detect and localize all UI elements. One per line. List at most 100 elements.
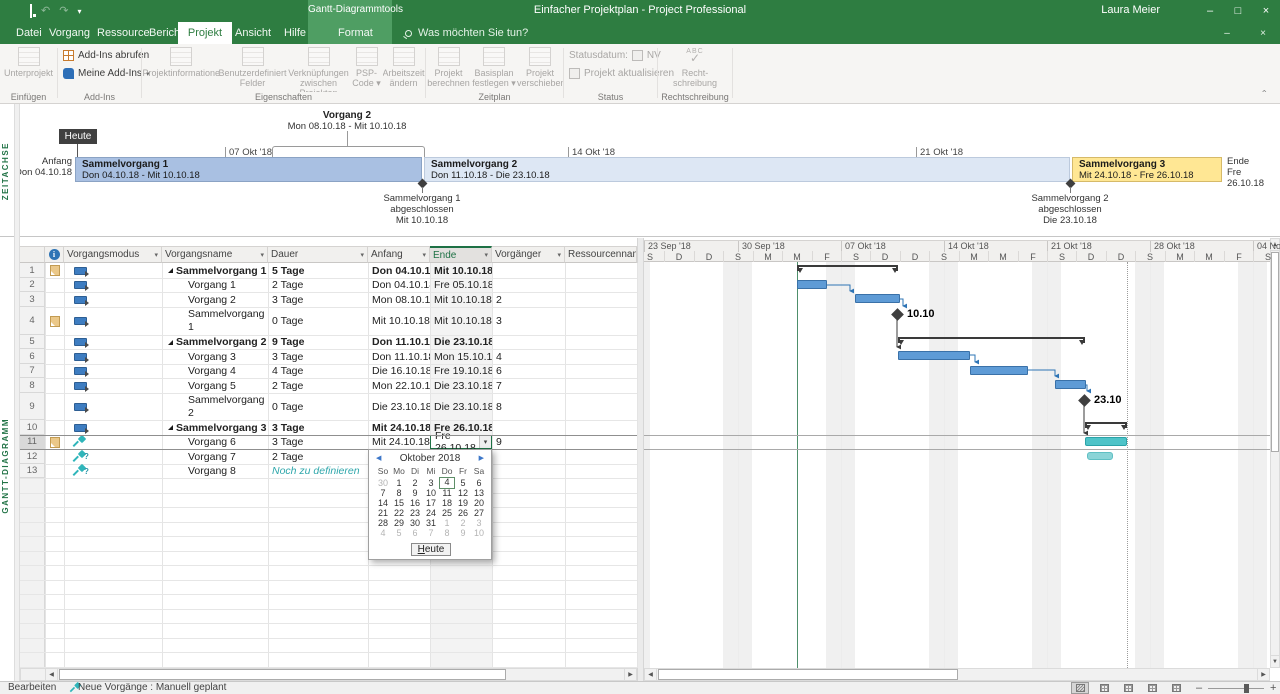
task-name-cell[interactable]: Vorgang 8 <box>162 464 268 478</box>
predecessor-cell[interactable]: 8 <box>492 393 565 420</box>
collapse-triangle-icon[interactable] <box>168 340 173 345</box>
task-name-cell[interactable]: Sammelvorgang 1 <box>162 263 268 278</box>
start-cell[interactable]: Don 11.10.18 <box>368 335 430 349</box>
timeline-bar-sammelvorgang-1[interactable]: Sammelvorgang 1Don 04.10.18 - Mit 10.10.… <box>75 157 422 182</box>
start-cell[interactable]: Mit 24.10.18 <box>368 435 430 449</box>
filter-dropdown-icon[interactable]: ▾ <box>360 251 364 259</box>
predecessor-cell[interactable]: 4 <box>492 349 565 364</box>
end-cell[interactable]: Fre 05.10.18 <box>430 278 492 292</box>
row-number[interactable]: 10 <box>20 420 45 435</box>
end-cell[interactable]: Mit 10.10.18 <box>430 263 492 278</box>
row-number[interactable]: 1 <box>20 263 45 278</box>
calendar-day[interactable]: 22 <box>391 508 407 518</box>
filter-dropdown-icon[interactable]: ▾ <box>154 251 158 259</box>
tab-datei[interactable]: Datei <box>16 22 42 44</box>
calendar-day[interactable]: 21 <box>375 508 391 518</box>
view-report-button[interactable] <box>1167 682 1185 694</box>
row-number[interactable]: 7 <box>20 364 45 378</box>
resource-cell[interactable] <box>565 307 637 335</box>
column-header-info[interactable]: i <box>45 246 64 263</box>
row-number[interactable]: 13 <box>20 464 45 478</box>
collapse-triangle-icon[interactable] <box>168 425 173 430</box>
calendar-day[interactable]: 31 <box>423 518 439 528</box>
column-header-ende[interactable]: Ende▾ <box>430 246 492 263</box>
resource-cell[interactable] <box>565 464 637 478</box>
tab-format[interactable]: Format <box>338 22 373 44</box>
predecessor-cell[interactable]: 7 <box>492 378 565 393</box>
calendar-day[interactable]: 5 <box>391 528 407 538</box>
zoom-slider-track[interactable] <box>1208 688 1264 689</box>
calendar-day[interactable]: 5 <box>455 478 471 488</box>
calendar-day[interactable]: 1 <box>391 478 407 488</box>
account-name[interactable]: Laura Meier <box>1101 4 1160 16</box>
duration-cell[interactable]: 0 Tage <box>268 307 368 335</box>
minimize-button[interactable]: – <box>1196 0 1224 22</box>
row-number[interactable]: 5 <box>20 335 45 349</box>
calendar-day[interactable]: 9 <box>407 488 423 498</box>
resource-cell[interactable] <box>565 335 637 349</box>
summary-bar[interactable] <box>1085 422 1127 428</box>
filter-dropdown-icon[interactable]: ▾ <box>422 251 426 259</box>
predecessor-cell[interactable] <box>492 464 565 478</box>
duration-cell[interactable]: 3 Tage <box>268 420 368 435</box>
calendar-day[interactable]: 1 <box>439 518 455 528</box>
duration-cell[interactable]: 3 Tage <box>268 292 368 307</box>
new-tasks-mode[interactable]: Neue Vorgänge : Manuell geplant <box>78 682 226 694</box>
calendar-day[interactable]: 25 <box>439 508 455 518</box>
predecessor-cell[interactable] <box>492 278 565 292</box>
calendar-day[interactable]: 10 <box>471 528 487 538</box>
predecessor-cell[interactable] <box>492 420 565 435</box>
tell-me-search[interactable]: Was möchten Sie tun? <box>405 22 528 44</box>
chart-hscroll-left-icon[interactable]: ◀ <box>644 668 657 681</box>
task-name-cell[interactable]: Vorgang 7 <box>162 449 268 464</box>
task-mode-cell[interactable] <box>64 435 162 449</box>
calendar-day[interactable]: 20 <box>471 498 487 508</box>
chart-hscroll-right-icon[interactable]: ▶ <box>1257 668 1270 681</box>
column-header-num[interactable] <box>20 246 45 263</box>
task-name-cell[interactable]: Sammelvorgang 2 abgeschlossen <box>162 393 268 420</box>
close-button[interactable]: × <box>1252 0 1280 22</box>
task-mode-cell[interactable] <box>64 393 162 420</box>
calendar-day[interactable]: 29 <box>391 518 407 528</box>
task-mode-cell[interactable] <box>64 349 162 364</box>
calendar-day[interactable]: 15 <box>391 498 407 508</box>
resource-cell[interactable] <box>565 364 637 378</box>
task-mode-cell[interactable] <box>64 307 162 335</box>
summary-bar[interactable] <box>898 337 1085 343</box>
calendar-day[interactable]: 3 <box>423 478 439 488</box>
column-header-vorgangsname[interactable]: Vorgangsname▾ <box>162 246 268 263</box>
tab-ressource[interactable]: Ressource <box>97 22 150 44</box>
resource-cell[interactable] <box>565 420 637 435</box>
resource-cell[interactable] <box>565 378 637 393</box>
chart-hscroll-thumb[interactable] <box>658 669 958 680</box>
start-cell[interactable]: Don 04.10.18 <box>368 263 430 278</box>
task-mode-cell[interactable] <box>64 420 162 435</box>
start-cell[interactable]: Don 11.10.18 <box>368 349 430 364</box>
duration-cell[interactable]: 3 Tage <box>268 435 368 449</box>
view-gantt-button[interactable] <box>1071 682 1089 694</box>
task-mode-cell[interactable] <box>64 278 162 292</box>
task-bar[interactable] <box>970 366 1028 375</box>
task-mode-cell[interactable]: ? <box>64 464 162 478</box>
manual-task-bar[interactable] <box>1087 452 1113 460</box>
zoom-out-button[interactable]: – <box>1196 682 1202 694</box>
row-number[interactable]: 8 <box>20 378 45 393</box>
task-name-cell[interactable]: Vorgang 6 <box>162 435 268 449</box>
calendar-day[interactable]: 12 <box>455 488 471 498</box>
resource-cell[interactable] <box>565 349 637 364</box>
predecessor-cell[interactable]: 2 <box>492 292 565 307</box>
task-mode-cell[interactable] <box>64 292 162 307</box>
predecessor-cell[interactable] <box>492 263 565 278</box>
calendar-day[interactable]: 10 <box>423 488 439 498</box>
start-cell[interactable]: Die 16.10.18 <box>368 364 430 378</box>
table-chart-splitter[interactable] <box>637 238 644 681</box>
calendar-day[interactable]: 26 <box>455 508 471 518</box>
predecessor-cell[interactable]: 6 <box>492 364 565 378</box>
task-name-cell[interactable]: Sammelvorgang 1 abgeschlossen <box>162 307 268 335</box>
resource-cell[interactable] <box>565 435 637 449</box>
timeline-bar-sammelvorgang-3[interactable]: Sammelvorgang 3Mit 24.10.18 - Fre 26.10.… <box>1072 157 1222 182</box>
duration-cell[interactable]: 3 Tage <box>268 349 368 364</box>
resource-cell[interactable] <box>565 449 637 464</box>
filter-dropdown-icon[interactable]: ▾ <box>484 251 488 259</box>
row-number[interactable]: 4 <box>20 307 45 335</box>
